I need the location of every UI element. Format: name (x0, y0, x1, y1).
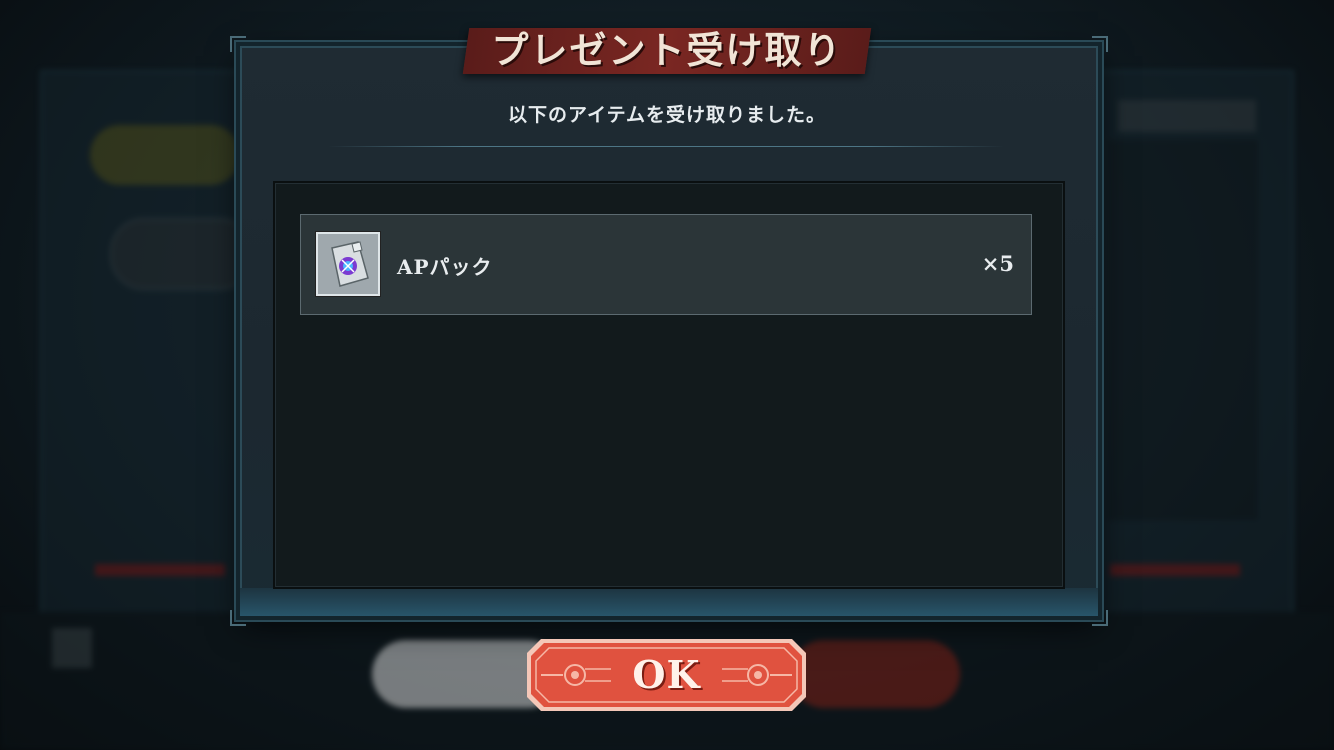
background-column (1108, 140, 1258, 520)
ok-button[interactable]: OK (527, 639, 806, 711)
background-tab-active (90, 125, 240, 185)
divider (328, 146, 1004, 147)
frame-corner (1092, 36, 1108, 52)
frame-corner (230, 610, 246, 626)
frame-corner (230, 36, 246, 52)
frame-corner (1092, 610, 1108, 626)
background-tab (110, 218, 254, 290)
background-label (1118, 100, 1256, 132)
item-name: APパック (397, 255, 493, 279)
dialog-message: 以下のアイテムを受け取りました。 (507, 104, 827, 126)
background-footer-icon (52, 628, 92, 668)
background-notice-left (95, 564, 225, 576)
dialog-title: プレゼント受け取り (491, 28, 843, 72)
item-quantity: ×5 (981, 251, 1014, 276)
background-button-red (790, 640, 960, 708)
ok-button-label: OK (632, 652, 701, 697)
game-screen: プレゼント受け取り 以下のアイテムを受け取りました。 APパック ×5 OK (0, 0, 1334, 750)
dialog-frame-bottom (240, 588, 1098, 616)
background-notice-right (1110, 564, 1240, 576)
ap-pack-icon (316, 232, 380, 296)
